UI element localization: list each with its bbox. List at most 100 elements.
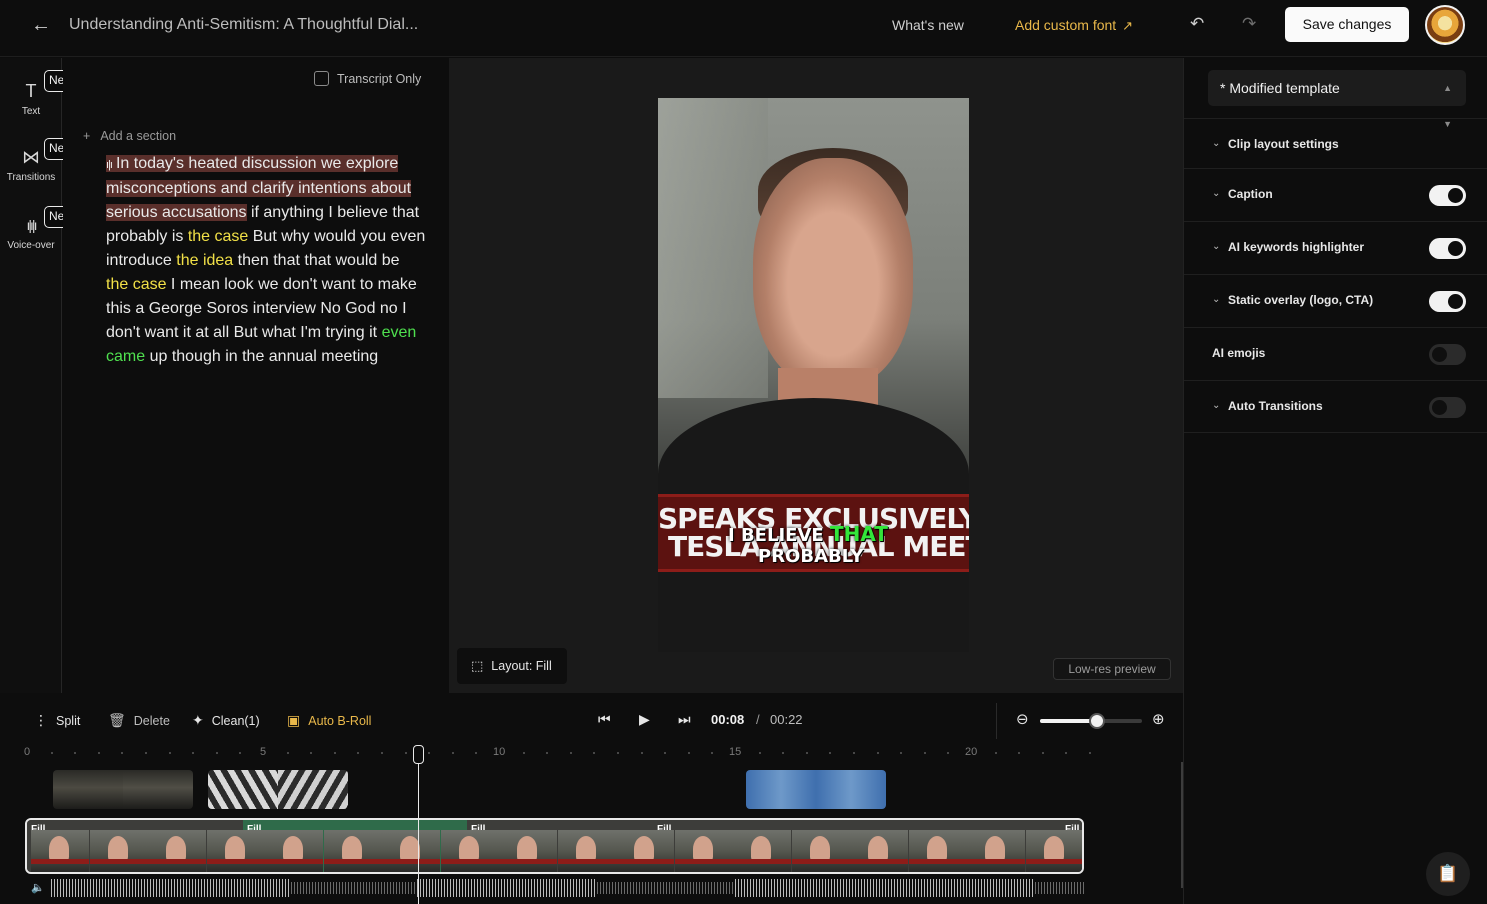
ai-keywords-toggle[interactable]	[1429, 238, 1466, 259]
add-custom-font-link[interactable]: Add custom font ↗	[1015, 17, 1133, 34]
static-overlay-toggle[interactable]	[1429, 291, 1466, 312]
auto-broll-button[interactable]: ▣ Auto B-Roll	[287, 712, 371, 729]
chevron-down-icon: ⌄	[1212, 188, 1221, 199]
thumbnail-banner	[382, 859, 440, 864]
timeline: 0 5 10 15 20 Fill Fill Fill Fill Fill 🔈	[0, 745, 1183, 904]
video-background	[658, 98, 768, 398]
ruler-tick	[215, 752, 218, 754]
caption-keyword: THAT	[829, 522, 888, 546]
template-select[interactable]: * Modified template ▲ ▼	[1208, 70, 1466, 129]
thumbnail-banner	[733, 859, 791, 864]
ruler-tick	[876, 752, 879, 754]
broll-clip[interactable]	[208, 770, 348, 809]
layout-label: Layout: Fill	[491, 659, 552, 673]
setting-ai-emojis[interactable]: AI emojis	[1184, 327, 1487, 380]
add-custom-font-label: Add custom font	[1015, 17, 1117, 33]
thumbnail-banner	[265, 859, 323, 864]
audio-waveform-segment	[417, 879, 597, 897]
transcript-text[interactable]: ı|ı In today's heated discussion we explo…	[106, 152, 426, 369]
transcript-segment[interactable]: then that that would be	[233, 252, 400, 269]
thumbnail-banner	[616, 859, 674, 864]
transcript-only-toggle[interactable]: Transcript Only	[314, 71, 421, 86]
setting-label: Auto Transitions	[1228, 399, 1323, 413]
thumbnail-banner	[89, 859, 148, 864]
clean-button[interactable]: ✦ Clean(1)	[192, 712, 260, 729]
track-thumbnail	[967, 830, 1025, 872]
broll-frame	[746, 770, 816, 809]
track-thumbnail	[89, 830, 148, 872]
keyword-highlight[interactable]: the case	[188, 228, 248, 245]
ruler-tick	[475, 752, 478, 754]
redo-icon[interactable]: ↷	[1242, 14, 1256, 34]
split-button[interactable]: ⋮ Split	[34, 712, 80, 729]
caption-line-1[interactable]: I BELIEVE THAT	[728, 522, 888, 546]
setting-ai-keywords[interactable]: ⌄ AI keywords highlighter	[1184, 221, 1487, 274]
audio-waveform-segment	[51, 879, 291, 897]
zoom-in-icon[interactable]: ⊕	[1152, 710, 1165, 728]
ruler-tick	[664, 752, 667, 754]
transcript-only-checkbox[interactable]	[314, 71, 329, 86]
setting-auto-transitions[interactable]: ⌄ Auto Transitions	[1184, 380, 1487, 433]
setting-label: AI keywords highlighter	[1228, 240, 1365, 254]
add-section-button[interactable]: + Add a section	[83, 129, 176, 143]
transcript-segment[interactable]: up though in the annual meeting	[145, 348, 379, 365]
zoom-slider[interactable]	[1040, 713, 1142, 729]
ruler-tick	[333, 752, 336, 754]
low-res-preview-badge[interactable]: Low-res preview	[1053, 658, 1171, 680]
skip-back-icon[interactable]: ⏮	[598, 711, 611, 728]
caption-line-2[interactable]: PROBABLY	[758, 546, 863, 567]
ruler-tick	[687, 752, 690, 754]
ruler-tick	[569, 752, 572, 754]
speaker-icon[interactable]: 🔈	[31, 881, 45, 894]
ruler-tick	[192, 752, 195, 754]
ruler-tick	[829, 752, 832, 754]
ruler-tick	[758, 752, 761, 754]
ruler-tick	[782, 752, 785, 754]
thumbnail-banner	[1025, 859, 1082, 864]
undo-icon[interactable]: ↶	[1190, 14, 1204, 34]
add-section-label: Add a section	[100, 129, 177, 143]
ruler-tick	[546, 752, 549, 754]
setting-clip-layout[interactable]: ⌄ Clip layout settings	[1184, 118, 1487, 171]
auto-transitions-toggle[interactable]	[1429, 397, 1466, 418]
back-arrow-icon[interactable]: ←	[28, 14, 54, 38]
keyword-highlight[interactable]: the case	[106, 276, 166, 293]
ruler-tick	[97, 752, 100, 754]
transcript-panel: Transcript Only + Add a section ı|ı In tod…	[63, 58, 449, 693]
zoom-slider-handle[interactable]	[1089, 713, 1106, 729]
ruler-label: 10	[493, 746, 506, 758]
play-icon[interactable]: ▶	[639, 711, 650, 728]
track-thumbnail	[499, 830, 557, 872]
clipboard-icon[interactable]: 📋	[1426, 852, 1470, 896]
ruler-tick	[900, 752, 903, 754]
settings-panel: * Modified template ▲ ▼ ⌄ Clip layout set…	[1183, 58, 1487, 904]
ruler-tick	[121, 752, 124, 754]
broll-clip[interactable]	[53, 770, 193, 809]
track-thumbnail	[440, 830, 499, 872]
ruler-tick	[286, 752, 289, 754]
setting-static-overlay[interactable]: ⌄ Static overlay (logo, CTA)	[1184, 274, 1487, 327]
playhead-handle[interactable]	[413, 745, 424, 764]
delete-button[interactable]: 🗑 Delete	[108, 712, 170, 729]
video-frame[interactable]: SPEAKS EXCLUSIVELY T TESLA ANNUAL MEETIN…	[658, 98, 969, 652]
current-time: 00:08	[711, 712, 745, 727]
trash-icon: 🗑	[108, 712, 126, 728]
audio-track[interactable]: 🔈	[25, 878, 1084, 898]
caption-toggle[interactable]	[1429, 185, 1466, 206]
keyword-highlight[interactable]: the idea	[176, 252, 233, 269]
layout-fill-button[interactable]: ⬚ Layout: Fill	[457, 648, 567, 684]
ai-emojis-toggle[interactable]	[1429, 344, 1466, 365]
track-thumbnail	[674, 830, 733, 872]
thumbnail-banner	[674, 859, 733, 864]
setting-caption[interactable]: ⌄ Caption	[1184, 168, 1487, 221]
save-changes-button[interactable]: Save changes	[1285, 7, 1409, 42]
track-thumbnail	[206, 830, 265, 872]
avatar[interactable]	[1425, 5, 1465, 45]
tool-label: Transitions	[6, 172, 56, 183]
main-video-track[interactable]: Fill Fill Fill Fill Fill	[25, 818, 1084, 874]
broll-clip[interactable]	[746, 770, 886, 809]
timeline-scrollbar[interactable]	[1181, 762, 1183, 888]
whats-new-link[interactable]: What's new	[892, 17, 964, 33]
zoom-out-icon[interactable]: ⊖	[1016, 710, 1029, 728]
skip-forward-icon[interactable]: ⏭	[678, 711, 691, 728]
